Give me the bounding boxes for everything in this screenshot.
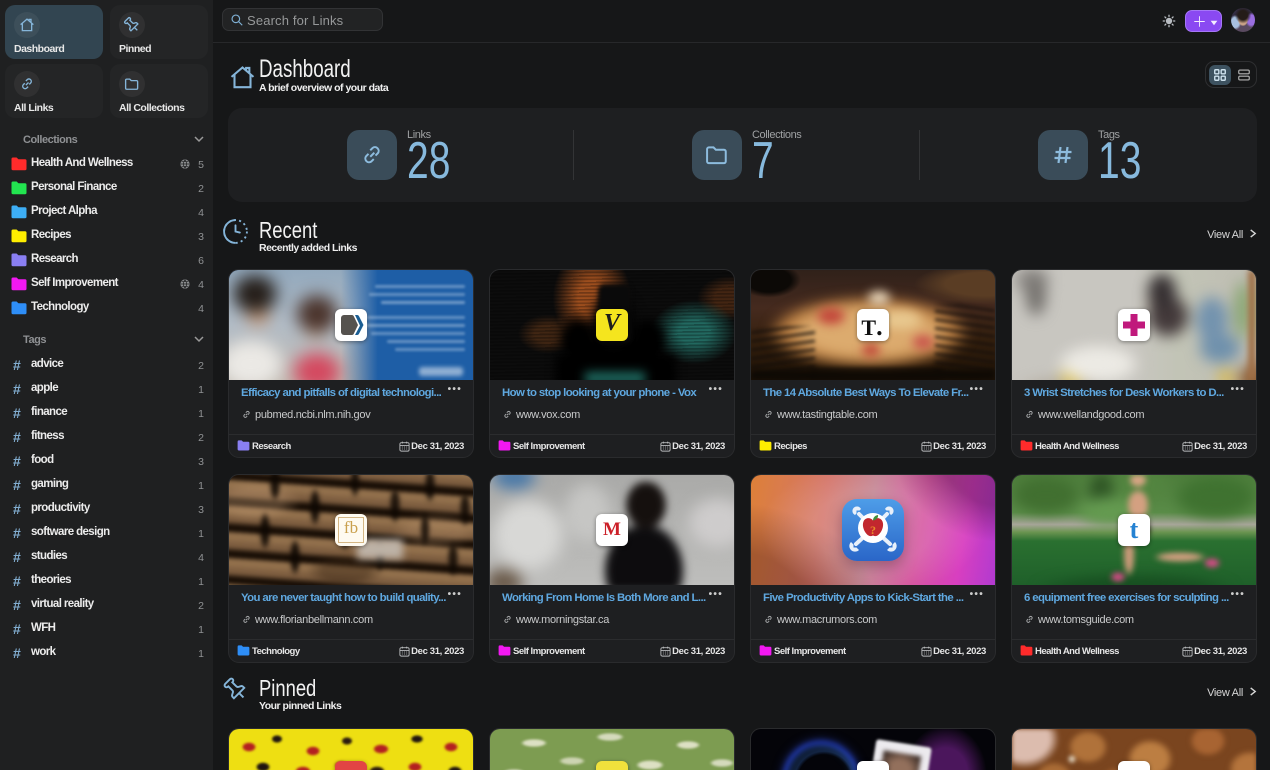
svg-text:?: ? (870, 523, 876, 537)
